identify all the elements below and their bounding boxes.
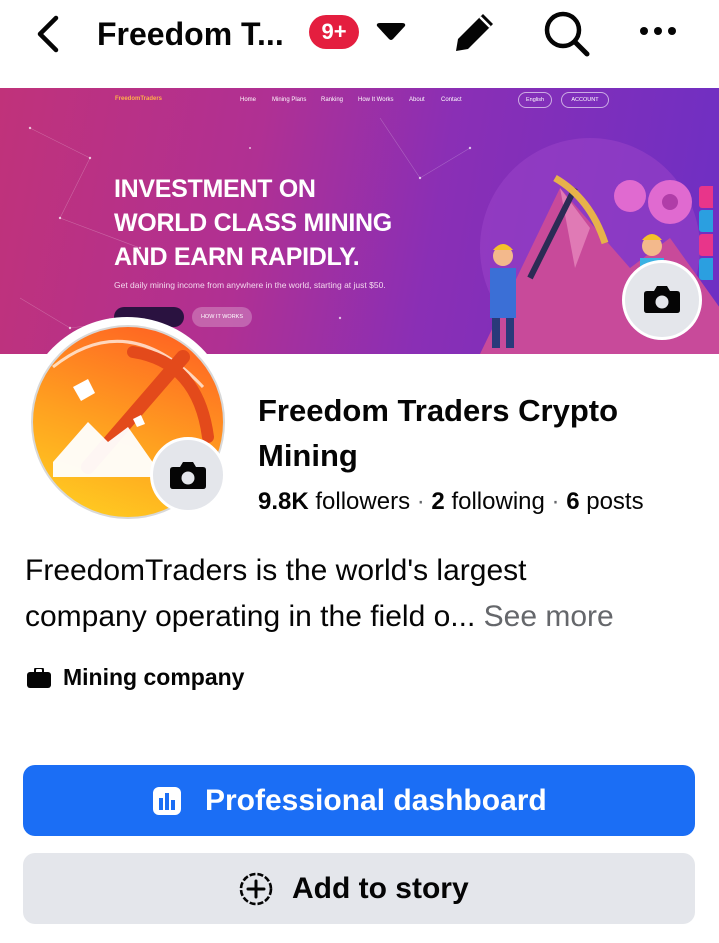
- followers-label[interactable]: followers: [315, 488, 410, 515]
- back-arrow-icon[interactable]: [28, 12, 68, 56]
- notification-badge[interactable]: 9+: [309, 15, 359, 49]
- following-label[interactable]: following: [451, 488, 544, 515]
- cover-button-how-it-works: HOW IT WORKS: [192, 307, 252, 327]
- cover-account-pill: ACCOUNT: [561, 92, 609, 108]
- cover-headline-line-1: INVESTMENT ON: [114, 175, 316, 203]
- following-count[interactable]: 2: [431, 488, 444, 515]
- pencil-icon[interactable]: [452, 9, 498, 55]
- cover-nav-ranking: Ranking: [321, 97, 344, 103]
- add-circle-icon: [239, 872, 273, 905]
- posts-label: posts: [586, 488, 644, 515]
- category-label: Mining company: [63, 664, 245, 690]
- add-to-story-label: Add to story: [292, 871, 469, 905]
- cover-photo[interactable]: FreedomTraders Home Mining Plans Ranking…: [0, 88, 719, 354]
- top-bar: Freedom T... 9+: [0, 0, 719, 88]
- cover-headline-line-2: WORLD CLASS MINING: [114, 209, 392, 237]
- bio-line-1: FreedomTraders is the world's largest: [25, 554, 527, 587]
- professional-dashboard-content: Professional dashboard: [151, 765, 547, 836]
- search-icon[interactable]: [541, 9, 593, 59]
- cover-nav-how-it-works: How It Works: [358, 97, 394, 103]
- page-title[interactable]: Freedom T...: [97, 12, 284, 56]
- profile-stats: 9.8K followers · 2 following · 6 posts: [258, 486, 644, 518]
- edit-cover-camera-button[interactable]: [622, 260, 702, 340]
- camera-icon: [644, 286, 680, 313]
- dashboard-chart-icon: [153, 786, 181, 815]
- professional-dashboard-label: Professional dashboard: [205, 783, 547, 817]
- posts-count: 6: [566, 488, 580, 515]
- cover-logo-text: FreedomTraders: [115, 96, 163, 102]
- cover-headline: INVESTMENT ON WORLD CLASS MINING AND EAR…: [114, 172, 392, 274]
- stats-separator: ·: [551, 488, 560, 515]
- cover-social-telegram: [699, 210, 713, 232]
- page-bio: FreedomTraders is the world's largest co…: [25, 548, 705, 640]
- add-to-story-content: Add to story: [238, 853, 469, 924]
- cover-nav-about: About: [409, 97, 425, 103]
- bio-line-2: company operating in the field o...: [25, 600, 476, 633]
- cover-social-facebook: [699, 186, 713, 208]
- profile-name: Freedom Traders Crypto Mining: [258, 393, 619, 473]
- more-icon[interactable]: [636, 16, 682, 46]
- cover-social-discord: [699, 258, 713, 280]
- briefcase-icon: [27, 667, 51, 688]
- cover-subline: Get daily mining income from anywhere in…: [114, 280, 386, 290]
- cover-headline-line-3: AND EARN RAPIDLY.: [114, 243, 360, 271]
- professional-dashboard-button[interactable]: Professional dashboard: [23, 765, 695, 836]
- edit-profile-picture-camera-button[interactable]: [150, 437, 226, 513]
- camera-icon: [170, 462, 206, 489]
- cover-social-youtube: [699, 234, 713, 256]
- followers-count[interactable]: 9.8K: [258, 488, 309, 515]
- see-more-link[interactable]: See more: [484, 600, 614, 633]
- cover-nav-mining-plans: Mining Plans: [272, 97, 307, 103]
- caret-down-icon[interactable]: [374, 20, 408, 46]
- cover-language-pill: English: [518, 92, 552, 108]
- add-to-story-button[interactable]: Add to story: [23, 853, 695, 924]
- cover-nav-home: Home: [240, 97, 257, 103]
- cover-nav-contact: Contact: [441, 97, 462, 103]
- stats-separator: ·: [416, 488, 425, 515]
